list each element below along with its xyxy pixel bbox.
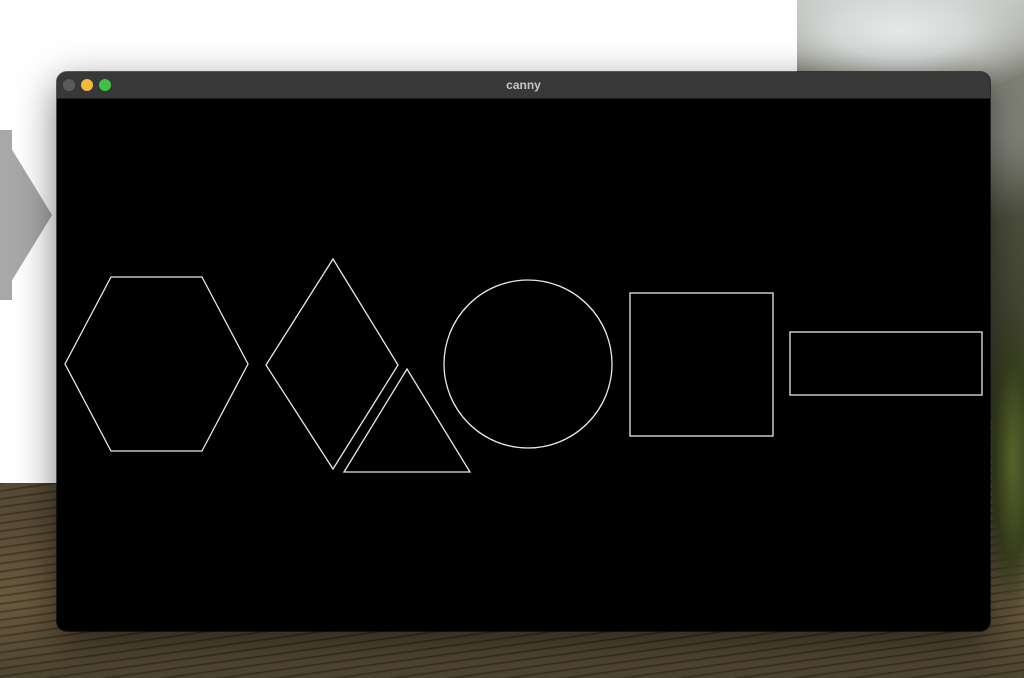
wallpaper-tree: [992, 300, 1024, 620]
window-titlebar[interactable]: canny: [57, 72, 990, 99]
canny-window[interactable]: canny: [57, 72, 990, 631]
edge-image-canvas: [57, 99, 990, 631]
rectangle-edge: [789, 331, 983, 396]
diamond-edge: [265, 257, 399, 471]
edge-image: [64, 257, 983, 473]
square-edge: [629, 292, 774, 437]
background-arrow-head: [0, 130, 52, 300]
window-title: canny: [506, 78, 541, 92]
circle-edge: [443, 279, 613, 449]
hexagon-edge: [64, 276, 249, 452]
